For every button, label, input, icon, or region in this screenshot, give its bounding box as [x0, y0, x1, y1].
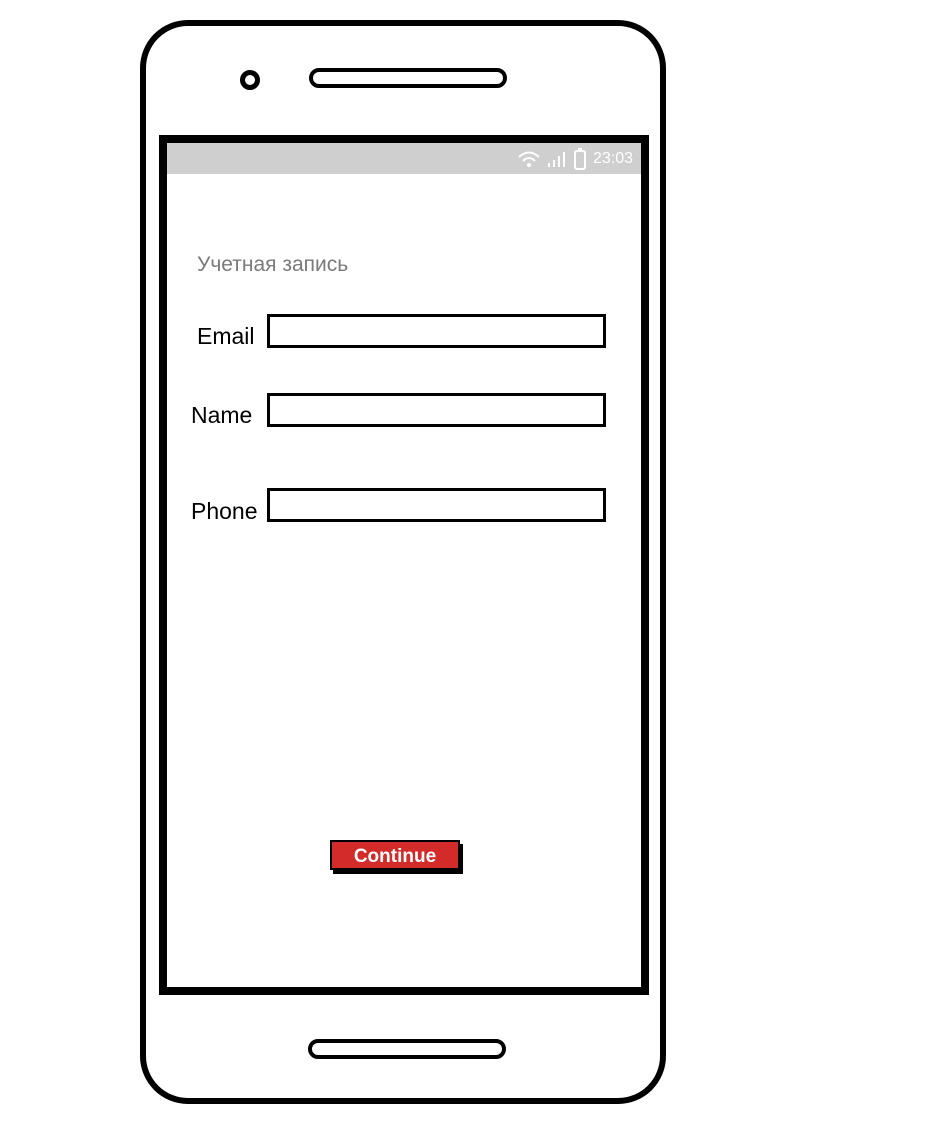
battery-icon	[573, 147, 586, 170]
email-field[interactable]	[267, 314, 606, 348]
phone-field[interactable]	[267, 488, 606, 522]
status-time: 23:03	[592, 149, 633, 167]
phone-label: Phone	[191, 498, 258, 524]
name-label: Name	[191, 402, 253, 428]
name-field[interactable]	[267, 393, 606, 427]
camera-icon	[240, 70, 260, 90]
phone-screen: 23:03 Учетная запись Email Name Phone Co…	[159, 135, 649, 995]
continue-button[interactable]: Continue	[330, 840, 460, 870]
home-button[interactable]	[308, 1039, 506, 1059]
page-title: Учетная запись	[197, 253, 349, 276]
speaker-icon	[309, 68, 507, 88]
status-bar: 23:03	[167, 143, 641, 174]
wifi-icon	[518, 151, 540, 167]
email-label: Email	[197, 323, 255, 349]
signal-icon	[547, 151, 565, 167]
